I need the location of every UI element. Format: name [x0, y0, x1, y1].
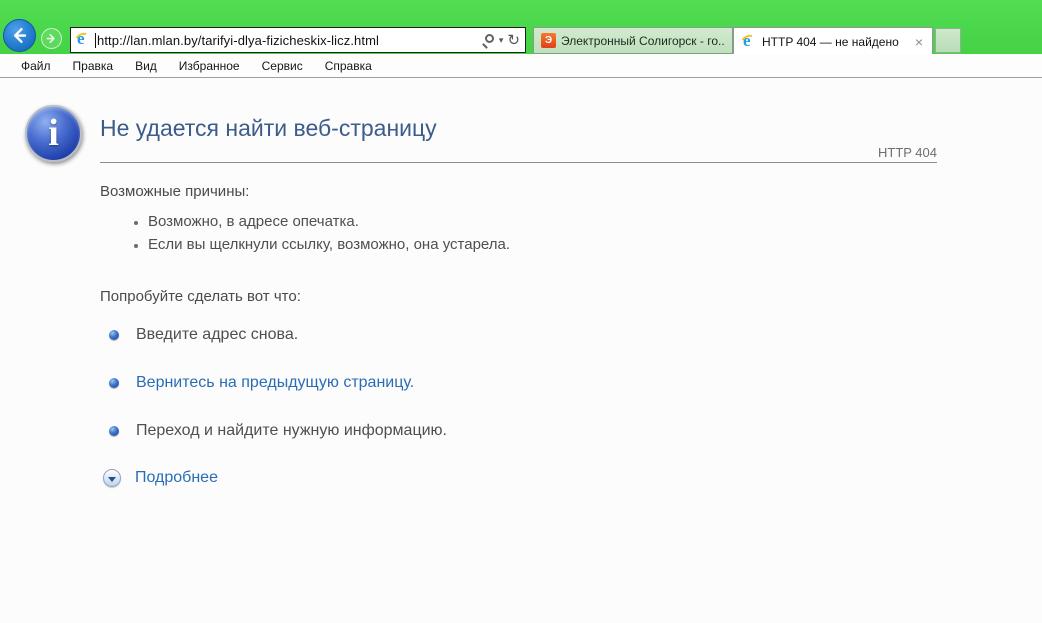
- back-arrow-icon: [10, 26, 29, 45]
- suggestion-retype-address: Введите адрес снова.: [100, 326, 298, 344]
- bullet-icon: [109, 378, 119, 388]
- error-page: i Не удается найти веб-страницу HTTP 404…: [0, 79, 1042, 623]
- cause-item: Возможно, в адресе опечатка.: [148, 210, 510, 233]
- browser-window: e http://lan.mlan.by/tarifyi-dlya-fizich…: [0, 0, 1042, 623]
- menu-bar: Файл Правка Вид Избранное Сервис Справка: [0, 54, 1042, 78]
- ie-icon: e: [741, 34, 757, 50]
- forward-arrow-icon: [45, 32, 58, 45]
- more-info-row: Подробнее: [100, 469, 218, 487]
- tab-electronic-soligorsk[interactable]: Э Электронный Солигорск - го...: [533, 27, 733, 54]
- menu-view[interactable]: Вид: [124, 56, 168, 76]
- go-back-link[interactable]: Вернитесь на предыдущую страницу.: [136, 374, 414, 392]
- forward-button[interactable]: [41, 28, 62, 49]
- search-icon[interactable]: [481, 33, 495, 47]
- error-code-badge: HTTP 404: [100, 145, 937, 163]
- causes-heading: Возможные причины:: [100, 183, 249, 200]
- tab-title: Электронный Солигорск - го...: [561, 34, 725, 48]
- search-dropdown-icon[interactable]: ▾: [499, 36, 504, 45]
- expand-chevron-down-icon[interactable]: [103, 469, 121, 487]
- causes-list: Возможно, в адресе опечатка. Если вы щел…: [0, 210, 510, 256]
- address-tools: ▾ ↻: [481, 33, 520, 48]
- suggestion-text: Введите адрес снова.: [136, 326, 298, 344]
- menu-file[interactable]: Файл: [10, 56, 62, 76]
- more-info-link[interactable]: Подробнее: [135, 469, 218, 487]
- info-icon: i: [25, 105, 82, 162]
- text-caret: [95, 33, 96, 48]
- ie-icon: e: [75, 32, 92, 49]
- suggestion-search-info: Переход и найдите нужную информацию.: [100, 422, 447, 440]
- menu-tools[interactable]: Сервис: [251, 56, 314, 76]
- new-tab-button[interactable]: [935, 28, 961, 53]
- menu-help[interactable]: Справка: [314, 56, 383, 76]
- tab-close-icon[interactable]: ×: [913, 35, 925, 49]
- url-input[interactable]: http://lan.mlan.by/tarifyi-dlya-fiziches…: [97, 33, 481, 48]
- navigation-bar: e http://lan.mlan.by/tarifyi-dlya-fizich…: [0, 0, 1042, 54]
- back-button[interactable]: [3, 19, 36, 52]
- bullet-icon: [109, 426, 119, 436]
- address-bar[interactable]: e http://lan.mlan.by/tarifyi-dlya-fizich…: [70, 27, 526, 53]
- page-title: Не удается найти веб-страницу: [100, 115, 437, 142]
- suggestion-text: Переход и найдите нужную информацию.: [136, 422, 447, 440]
- cause-item: Если вы щелкнули ссылку, возможно, она у…: [148, 233, 510, 256]
- menu-edit[interactable]: Правка: [62, 56, 125, 76]
- tab-http-404[interactable]: e HTTP 404 — не найдено ×: [733, 27, 933, 55]
- site-favicon-icon: Э: [541, 33, 556, 48]
- tab-title: HTTP 404 — не найдено: [762, 35, 913, 49]
- bullet-icon: [109, 330, 119, 340]
- menu-favorites[interactable]: Избранное: [168, 56, 251, 76]
- suggestion-go-back: Вернитесь на предыдущую страницу.: [100, 374, 414, 392]
- refresh-icon[interactable]: ↻: [507, 33, 520, 48]
- suggestions-heading: Попробуйте сделать вот что:: [100, 288, 301, 305]
